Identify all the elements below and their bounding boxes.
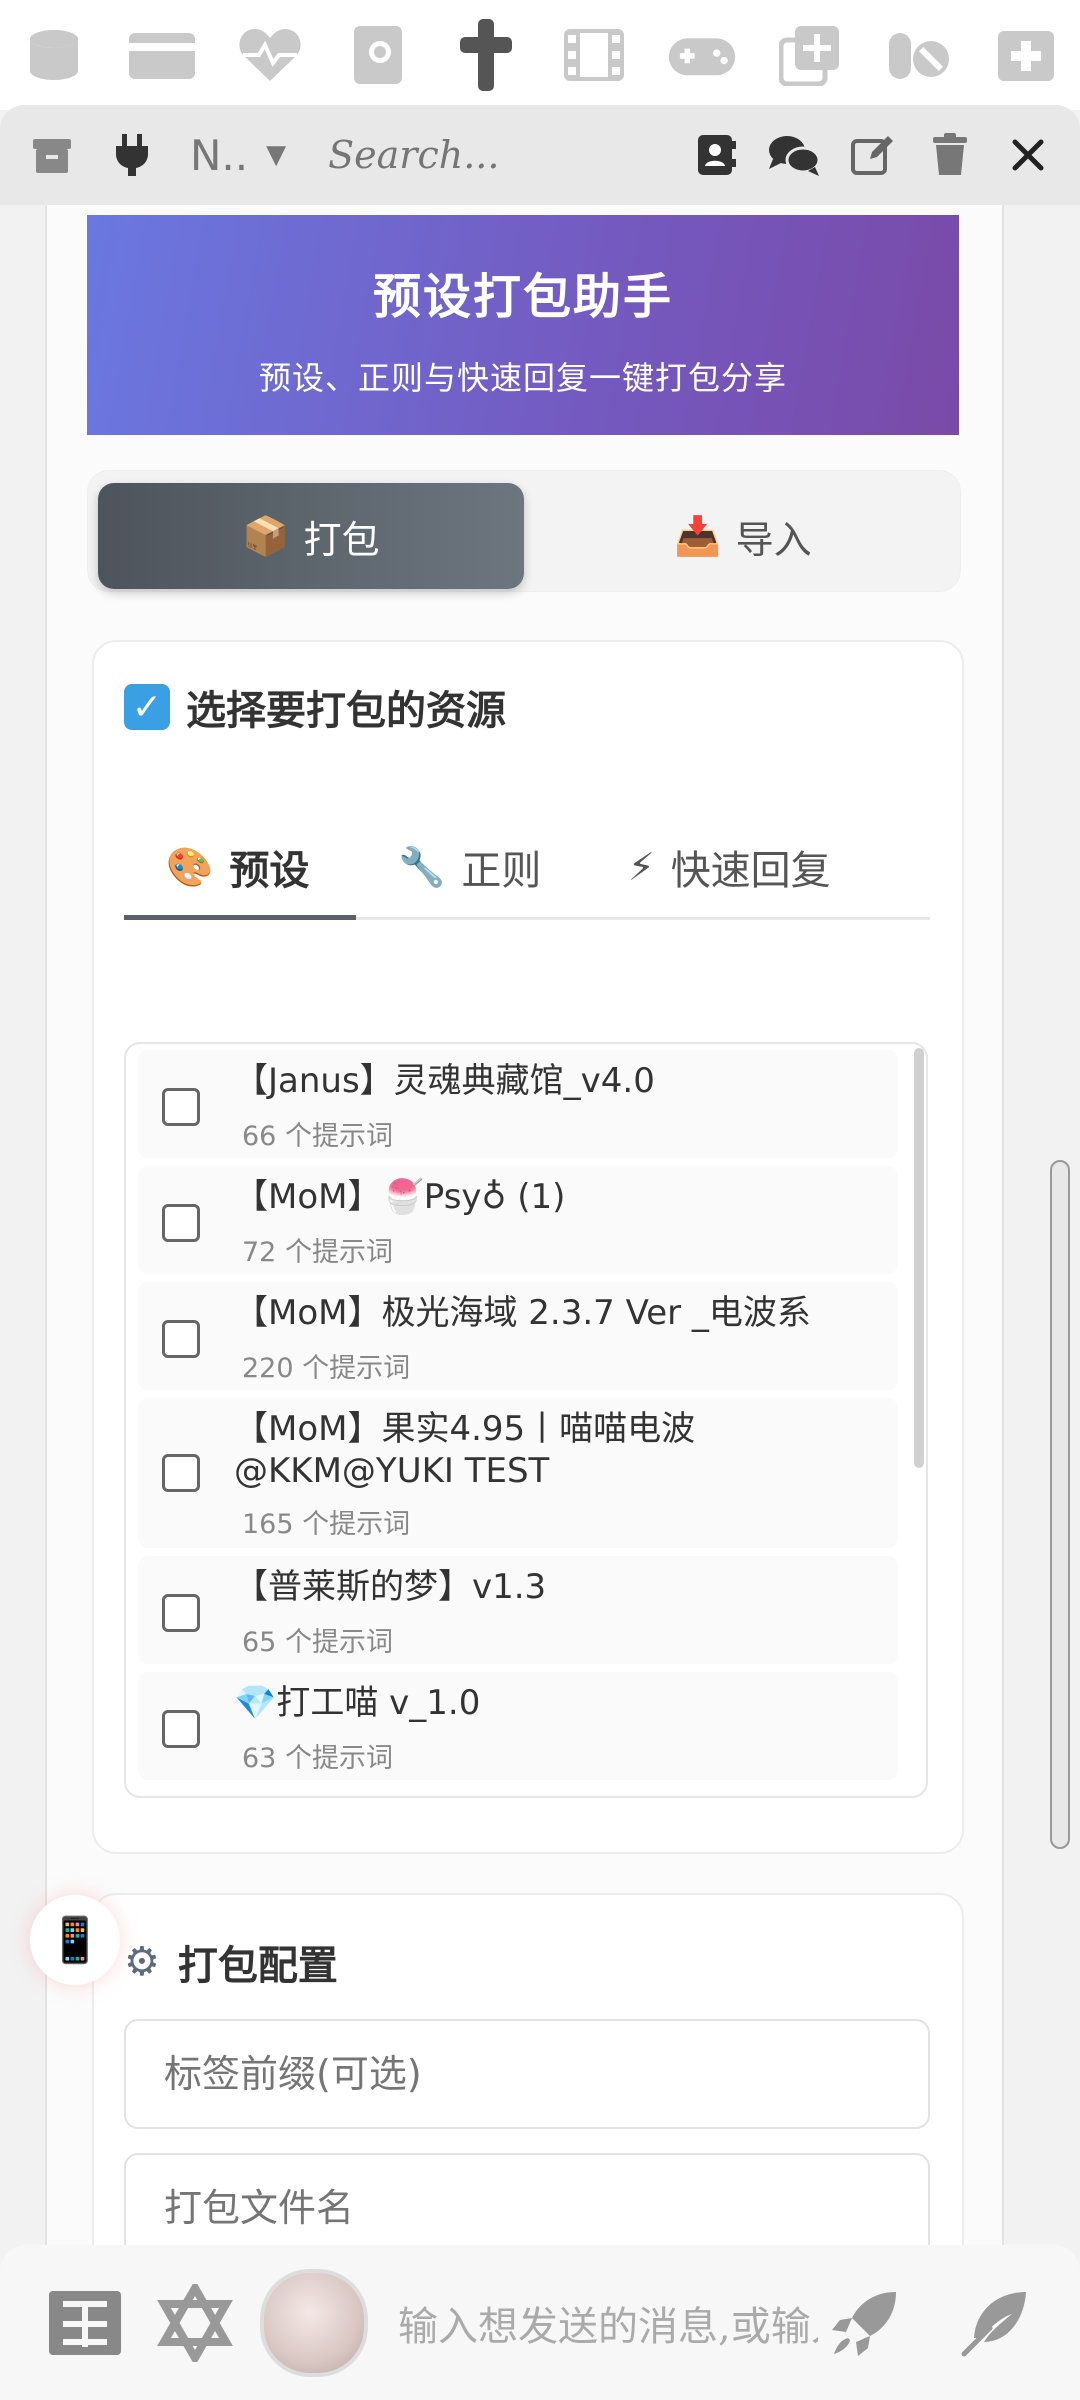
item-checkbox[interactable] — [162, 1204, 200, 1242]
tab-regex-label: 正则 — [461, 848, 542, 894]
message-bar: 输入想发送的消息,或输入 — [0, 2245, 1080, 2400]
item-count: 220 个提示词 — [242, 1353, 411, 1384]
chat-toolbar: N.. ▼ — [0, 105, 1080, 205]
film-icon[interactable] — [559, 20, 629, 90]
list-item[interactable]: 【MoM】🍧Psy♁ (1) 72 个提示词 — [138, 1166, 898, 1274]
list-item[interactable]: 【MoM】极光海域 2.3.7 Ver _电波系 220 个提示词 — [138, 1282, 898, 1390]
item-title: 【普莱斯的梦】v1.3 — [234, 1567, 547, 1607]
list-item[interactable]: 【Janus】灵魂典藏馆_v4.0 66 个提示词 — [138, 1050, 898, 1158]
feather-icon[interactable] — [950, 2278, 1040, 2368]
item-checkbox[interactable] — [162, 1454, 200, 1492]
credit-card-icon[interactable] — [127, 20, 197, 90]
item-count: 72 个提示词 — [242, 1237, 393, 1268]
tab-regex[interactable]: 🔧 正则 — [398, 817, 541, 917]
book-icon[interactable] — [343, 20, 413, 90]
item-title: 【MoM】🍧Psy♁ (1) — [234, 1177, 566, 1217]
extension-icon-strip — [0, 0, 1080, 110]
database-icon[interactable] — [19, 20, 89, 90]
list-item[interactable]: 【MoM】果实4.95丨喵喵电波 @KKM@YUKI TEST 165 个提示词 — [138, 1398, 898, 1548]
config-title: ⚙ 打包配置 — [124, 1933, 338, 1991]
chevron-down-icon: ▼ — [266, 140, 287, 170]
chat-bubbles-icon[interactable] — [764, 125, 824, 185]
lightning-icon: ⚡ — [628, 845, 655, 889]
resource-type-tabs: 🎨 预设 🔧 正则 ⚡ 快速回复 — [124, 817, 930, 920]
search-input[interactable] — [326, 132, 611, 178]
config-title-text: 打包配置 — [177, 1943, 338, 1989]
item-count: 63 个提示词 — [242, 1743, 393, 1774]
gear-icon: ⚙ — [124, 1939, 160, 1985]
tag-prefix-input[interactable] — [124, 2019, 930, 2129]
item-count: 66 个提示词 — [242, 1121, 393, 1152]
gamepad-icon[interactable] — [667, 20, 737, 90]
tab-presets[interactable]: 🎨 预设 — [166, 817, 309, 917]
list-item[interactable]: 💎打工喵 v_1.0 63 个提示词 — [138, 1672, 898, 1780]
options-menu-icon[interactable] — [40, 2278, 130, 2368]
item-checkbox[interactable] — [162, 1320, 200, 1358]
tab-presets-label: 预设 — [229, 848, 310, 894]
close-icon[interactable] — [998, 125, 1058, 185]
preset-packer-panel: 预设打包助手 预设、正则与快速回复一键打包分享 📦 打包 📥 导入 ✓ 选择要打… — [45, 205, 1004, 2397]
plug-icon[interactable] — [102, 125, 162, 185]
list-item[interactable]: 【普莱斯的梦】v1.3 65 个提示词 — [138, 1556, 898, 1664]
preset-list: 【Janus】灵魂典藏馆_v4.0 66 个提示词 【MoM】🍧Psy♁ (1)… — [124, 1042, 928, 1798]
page-scrollbar[interactable] — [1050, 1160, 1070, 1849]
item-count: 65 个提示词 — [242, 1627, 393, 1658]
tab-quick-reply-label: 快速回复 — [670, 848, 831, 894]
floating-phone-button[interactable]: 📱 — [30, 1895, 120, 1985]
address-book-icon[interactable] — [686, 125, 746, 185]
tab-quick-reply[interactable]: ⚡ 快速回复 — [628, 817, 831, 917]
mobile-phone-icon: 📱 — [47, 1915, 103, 1966]
tab-pack-label: 打包 — [303, 517, 380, 562]
item-checkbox[interactable] — [162, 1594, 200, 1632]
tab-import-label: 导入 — [735, 517, 812, 562]
section-title: ✓ 选择要打包的资源 — [124, 678, 506, 736]
app-title: 预设打包助手 — [372, 269, 673, 325]
archive-icon[interactable] — [22, 125, 82, 185]
item-title-line2: @KKM@YUKI TEST — [234, 1451, 550, 1491]
magic-wand-star-icon[interactable] — [150, 2278, 240, 2368]
edit-icon[interactable] — [842, 125, 902, 185]
item-title: 【MoM】果实4.95丨喵喵电波 — [234, 1409, 696, 1449]
item-checkbox[interactable] — [162, 1710, 200, 1748]
app-subtitle: 预设、正则与快速回复一键打包分享 — [258, 359, 787, 397]
item-count: 165 个提示词 — [242, 1509, 411, 1540]
wrench-icon: 🔧 — [398, 844, 446, 889]
section-title-text: 选择要打包的资源 — [186, 688, 506, 734]
app-header: 预设打包助手 预设、正则与快速回复一键打包分享 — [87, 215, 959, 435]
package-icon: 📦 — [242, 513, 290, 558]
item-title: 【Janus】灵魂典藏馆_v4.0 — [234, 1061, 655, 1101]
heartbeat-icon[interactable] — [235, 20, 305, 90]
item-checkbox[interactable] — [162, 1088, 200, 1126]
api-select[interactable]: N.. ▼ — [190, 131, 286, 180]
list-scrollbar[interactable] — [914, 1048, 924, 1468]
trash-icon[interactable] — [920, 125, 980, 185]
pill-icon[interactable] — [883, 20, 953, 90]
item-title: 💎打工喵 v_1.0 — [234, 1683, 481, 1723]
cross-icon[interactable] — [451, 19, 521, 91]
rocket-send-icon[interactable] — [820, 2278, 910, 2368]
tab-pack[interactable]: 📦 打包 — [98, 483, 524, 589]
check-box-icon: ✓ — [124, 684, 170, 730]
medkit-icon[interactable] — [991, 20, 1061, 90]
item-title: 【MoM】极光海域 2.3.7 Ver _电波系 — [234, 1293, 811, 1333]
mode-tabs: 📦 打包 📥 导入 — [87, 470, 961, 592]
copy-plus-icon[interactable] — [775, 20, 845, 90]
message-input[interactable]: 输入想发送的消息,或输入 — [398, 2294, 818, 2352]
api-select-value: N.. — [190, 130, 249, 180]
palette-icon: 🎨 — [166, 844, 214, 889]
resource-select-card: ✓ 选择要打包的资源 🎨 预设 🔧 正则 ⚡ 快速回复 【Janus】灵魂典藏馆… — [92, 640, 964, 1854]
active-tab-indicator — [124, 915, 356, 920]
tab-import[interactable]: 📥 导入 — [538, 483, 948, 589]
inbox-tray-icon: 📥 — [674, 513, 722, 558]
character-avatar[interactable] — [260, 2268, 368, 2377]
